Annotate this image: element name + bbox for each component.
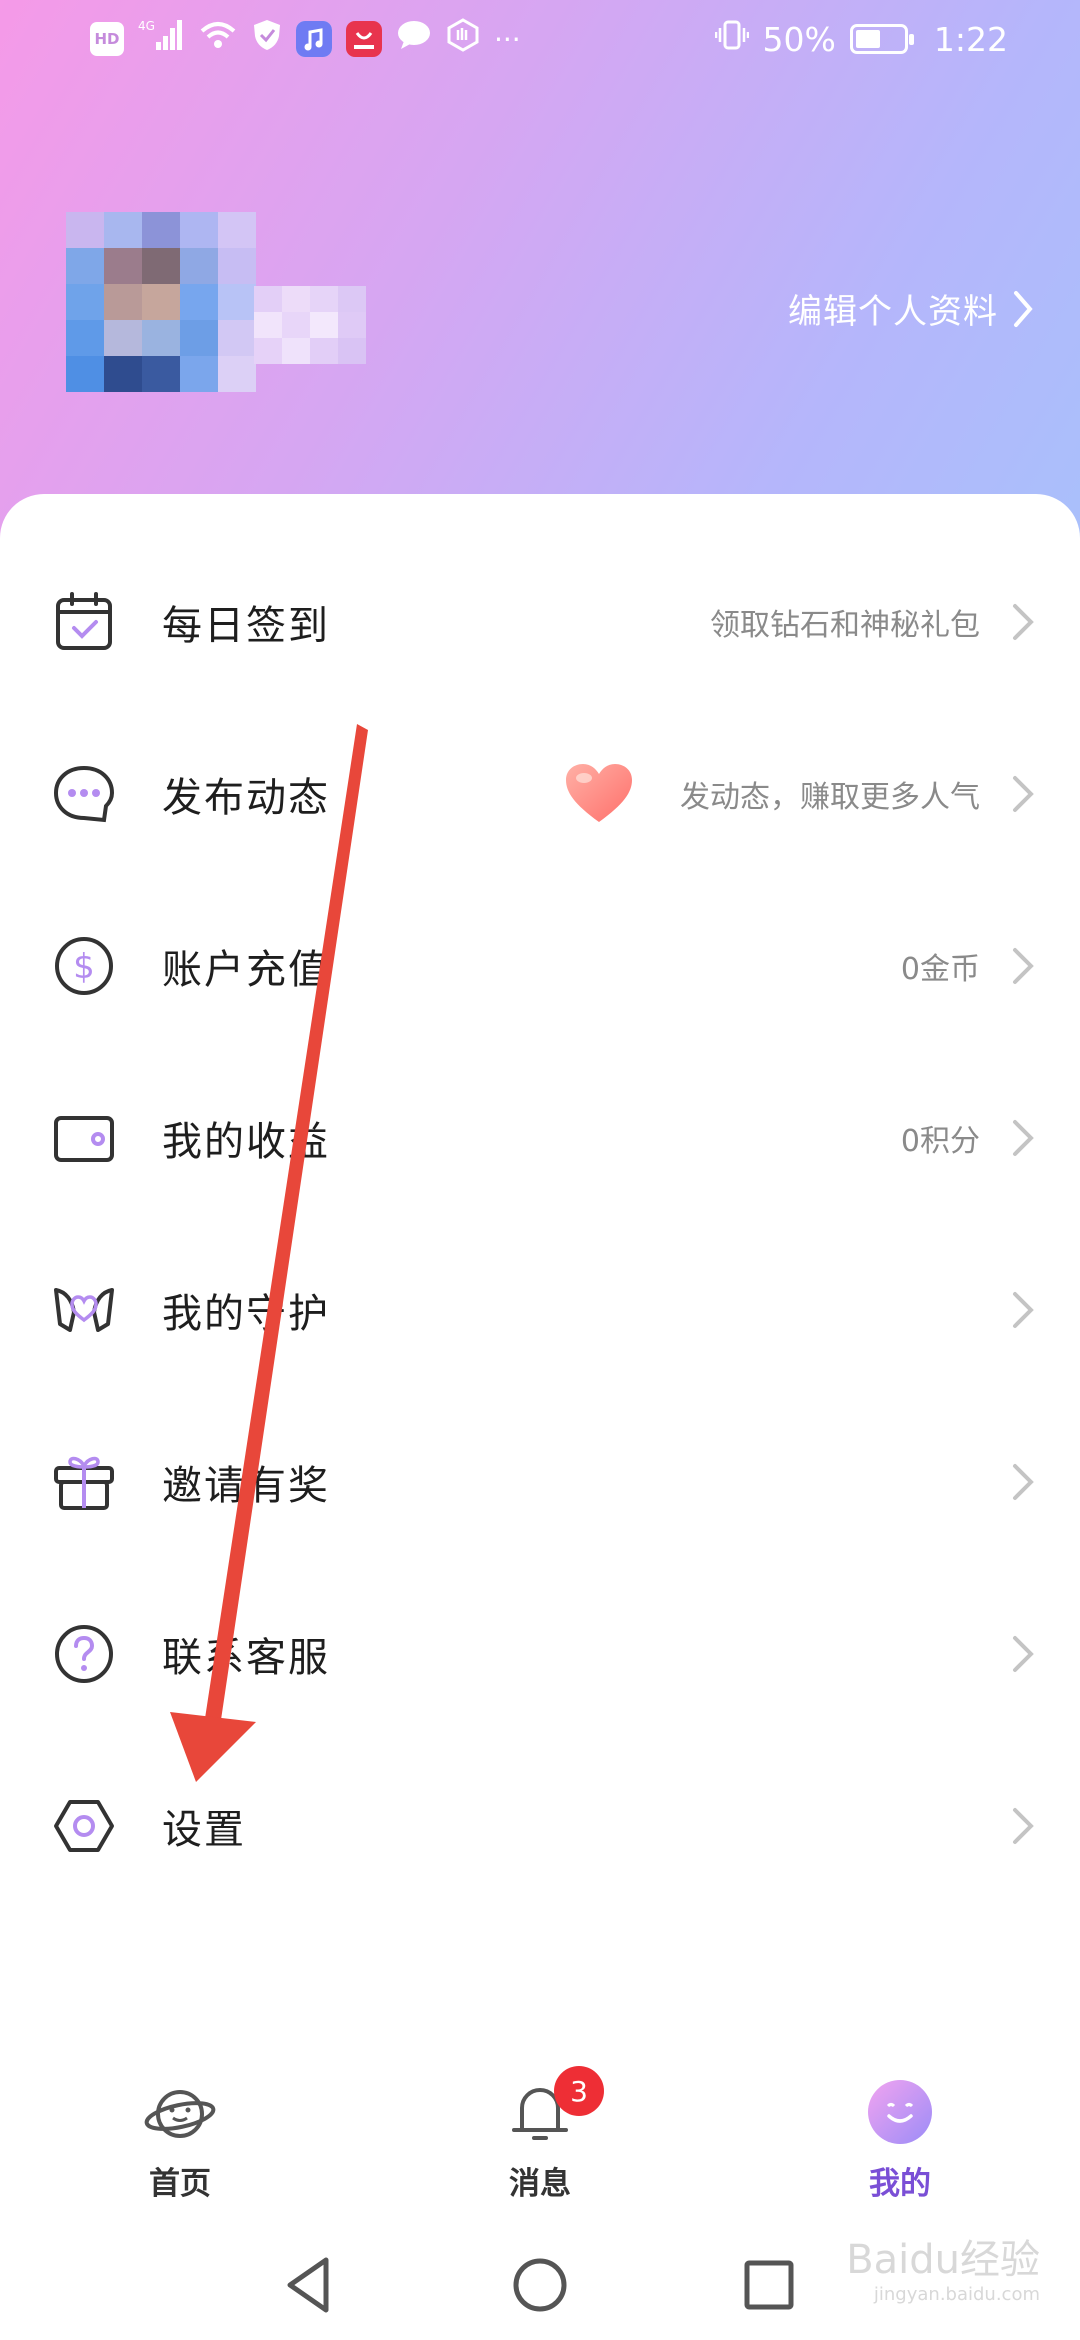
edit-profile-link[interactable]: 编辑个人资料 (788, 284, 1034, 333)
more-notifications: ··· (494, 22, 521, 56)
home-circle-icon[interactable] (505, 2250, 575, 2320)
planet-icon (144, 2090, 216, 2138)
tab-label: 我的 (869, 2166, 931, 2202)
smile-icon (868, 2080, 932, 2144)
tab-home[interactable]: 首页 (80, 2076, 280, 2216)
menu-label: 邀请有奖 (162, 1463, 330, 1509)
menu-label: 账户充值 (162, 947, 330, 993)
coin-dollar-icon: $ (55, 937, 113, 995)
network-type: 4G (138, 19, 155, 33)
chat-bubble-icon (53, 765, 115, 823)
chevron-right-icon (1013, 776, 1034, 812)
menu-item-settings[interactable]: 设置 (0, 1740, 1080, 1912)
battery-icon (849, 24, 914, 54)
watermark-url: jingyan.baidu.com (873, 2284, 1040, 2305)
menu-label: 联系客服 (162, 1635, 330, 1681)
tab-label: 首页 (149, 2166, 211, 2202)
wifi-icon (198, 19, 238, 59)
battery-percent: 50% (762, 19, 836, 59)
menu-value: 0积分 (900, 1124, 980, 1159)
menu-item-recharge[interactable]: $ 账户充值 0金币 (0, 880, 1080, 1052)
clock: 1:22 (933, 19, 1008, 59)
tab-mine[interactable]: 我的 (800, 2076, 1000, 2216)
signal-icon: 4G (138, 18, 184, 60)
menu-label: 设置 (162, 1807, 246, 1853)
menu-label: 我的守护 (162, 1291, 330, 1337)
back-icon[interactable] (276, 2250, 346, 2320)
heart-icon (566, 764, 632, 822)
calendar-check-icon (56, 592, 112, 650)
svg-text:$: $ (73, 947, 95, 987)
menu-item-daily-checkin[interactable]: 每日签到 领取钻石和神秘礼包 (0, 536, 1080, 708)
tab-label: 消息 (509, 2166, 571, 2202)
shield-check-icon (252, 18, 282, 60)
menu-label: 发布动态 (162, 775, 330, 821)
menu-item-customer-service[interactable]: 联系客服 (0, 1568, 1080, 1740)
watermark: Baidu经验 jingyan.baidu.com (846, 2240, 1040, 2304)
menu-item-invite-reward[interactable]: 邀请有奖 (0, 1396, 1080, 1568)
unread-badge: 3 (554, 2066, 604, 2116)
menu-item-earnings[interactable]: 我的收益 0积分 (0, 1052, 1080, 1224)
bottom-tab-bar: 首页 3 消息 我的 (0, 2066, 1080, 2216)
chevron-right-icon (1013, 604, 1034, 640)
chevron-right-icon (1013, 1292, 1034, 1328)
settings-hexagon-icon (54, 1800, 114, 1852)
edit-profile-label: 编辑个人资料 (788, 292, 998, 332)
chevron-right-icon (1013, 1808, 1034, 1844)
menu-value: 领取钻石和神秘礼包 (710, 608, 980, 643)
menu-value: 0金币 (900, 952, 980, 987)
menu-item-post-moment[interactable]: 发布动态 发动态，赚取更多人气 (0, 708, 1080, 880)
watermark-brand: Baidu经验 (846, 2237, 1040, 2283)
chevron-right-icon (1013, 948, 1034, 984)
vibrate-icon (714, 18, 749, 60)
tab-messages[interactable]: 3 消息 (440, 2066, 640, 2216)
tab-icon-wrap: 3 (504, 2066, 604, 2148)
angel-heart-icon (54, 1288, 114, 1332)
message-icon (396, 19, 432, 59)
status-right: 50% 1:22 (714, 18, 1008, 60)
chevron-right-icon (1013, 1636, 1034, 1672)
nickname-blurred (254, 286, 366, 364)
wallet-icon (54, 1116, 114, 1162)
chevron-right-icon (1014, 290, 1033, 327)
hd-indicator: HD (90, 22, 124, 56)
menu-label: 我的收益 (162, 1119, 330, 1165)
menu-item-guardian[interactable]: 我的守护 (0, 1224, 1080, 1396)
status-bar: HD 4G ··· 50% 1:22 (0, 0, 1080, 84)
music-app-icon (296, 21, 332, 57)
avatar[interactable] (66, 212, 256, 392)
status-left: HD 4G ··· (90, 18, 521, 60)
recents-square-icon[interactable] (734, 2250, 804, 2320)
hand-app-icon (446, 18, 480, 60)
chevron-right-icon (1013, 1464, 1034, 1500)
chevron-right-icon (1013, 1120, 1034, 1156)
menu-label: 每日签到 (162, 603, 330, 649)
menu-value: 发动态，赚取更多人气 (680, 780, 980, 815)
help-icon (55, 1625, 113, 1683)
gift-icon (54, 1456, 114, 1510)
huawei-store-icon (346, 21, 382, 57)
